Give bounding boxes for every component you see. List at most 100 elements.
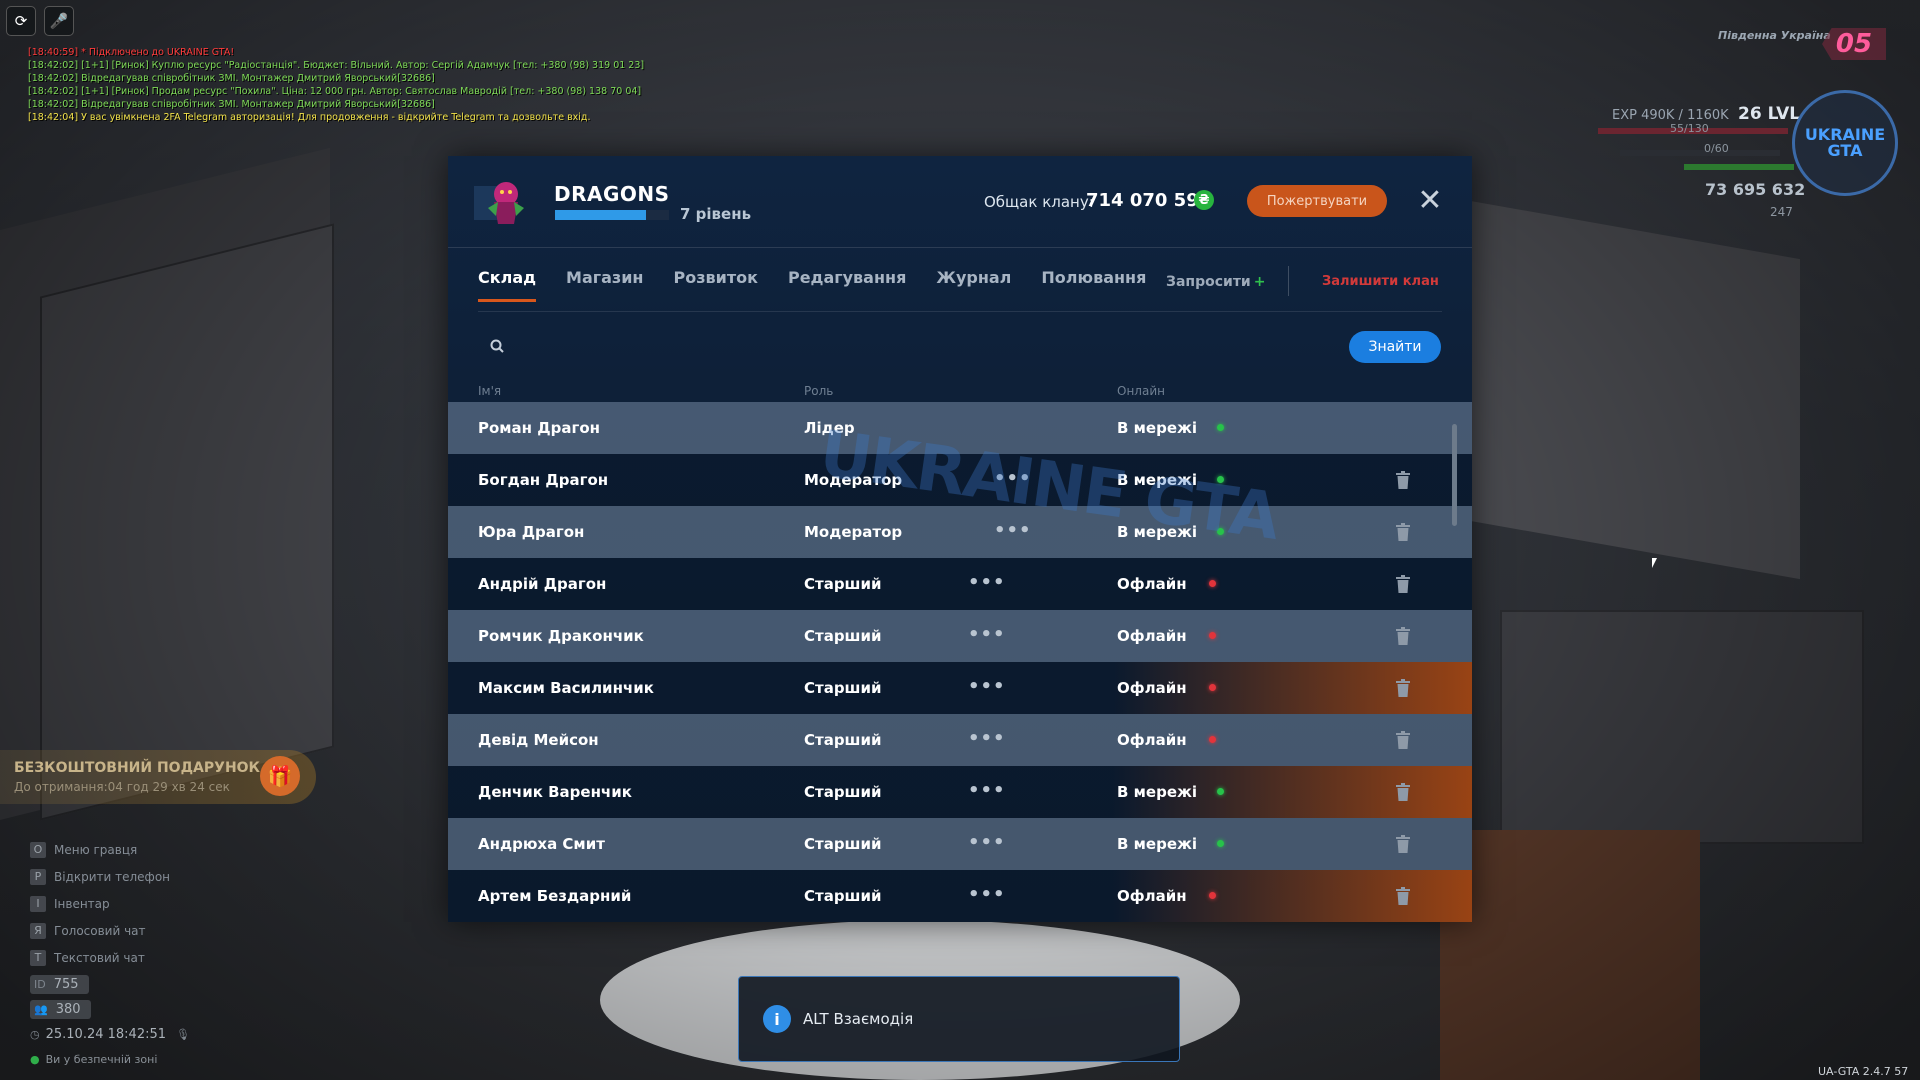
gift-countdown: До отримання:04 год 29 хв 24 сек: [14, 780, 230, 794]
armor-bar: [1620, 150, 1780, 156]
more-icon[interactable]: •••: [968, 572, 1006, 593]
more-icon[interactable]: •••: [968, 780, 1006, 801]
trash-icon[interactable]: [1396, 471, 1410, 489]
chat-log: [18:40:59] * Підключено до UKRAINE GTA! […: [28, 46, 644, 124]
trash-icon[interactable]: [1396, 887, 1410, 905]
hud-stat-2: 0/60: [1704, 142, 1729, 155]
clan-tabs: Склад Магазин Розвиток Редагування Журнал Пол…: [478, 262, 1176, 308]
hotkey-key: O: [30, 841, 46, 858]
member-status: В мережі: [1117, 419, 1198, 437]
table-scrollbar[interactable]: [1452, 424, 1457, 526]
offline-indicator: [1209, 580, 1216, 587]
find-button[interactable]: Знайти: [1349, 331, 1441, 363]
member-row[interactable]: Денчик Варенчик Старший ••• В мережі: [448, 766, 1472, 818]
hryvnia-coin-icon: ₴: [1194, 190, 1214, 210]
tab-1[interactable]: Магазин: [566, 262, 643, 308]
microphone-icon[interactable]: 🎤: [44, 6, 74, 36]
trash-icon[interactable]: [1396, 835, 1410, 853]
member-row[interactable]: Артем Бездарний Старший ••• Офлайн: [448, 870, 1472, 922]
member-status: В мережі: [1117, 835, 1198, 853]
hotkey-label: Текстовий чат: [54, 950, 145, 965]
chat-line: [18:40:59] * Підключено до UKRAINE GTA!: [28, 47, 235, 58]
invite-button[interactable]: Запросити +: [1166, 274, 1265, 290]
money-amount: 73 695 632: [1705, 180, 1806, 199]
trash-icon[interactable]: [1396, 627, 1410, 645]
trash-icon[interactable]: [1396, 575, 1410, 593]
member-role: Модератор: [804, 523, 903, 541]
member-row[interactable]: Девід Мейсон Старший ••• Офлайн: [448, 714, 1472, 766]
donate-button[interactable]: Пожертвувати: [1247, 185, 1387, 217]
player-id: 755: [53, 977, 79, 992]
tab-2[interactable]: Розвиток: [673, 262, 757, 308]
tab-4[interactable]: Журнал: [936, 262, 1011, 308]
hotkey-row: O Меню гравця: [30, 836, 170, 863]
tab-3[interactable]: Редагування: [788, 262, 906, 308]
member-status: Офлайн: [1117, 731, 1187, 749]
member-status: Офлайн: [1117, 627, 1187, 645]
hotkey-key: T: [30, 949, 46, 966]
member-row[interactable]: Ромчик Дракончик Старший ••• Офлайн: [448, 610, 1472, 662]
hotkey-row: T Текстовий чат: [30, 944, 170, 971]
member-row[interactable]: Андрюха Смит Старший ••• В мережі: [448, 818, 1472, 870]
hotkey-label: Голосовий чат: [54, 923, 146, 938]
member-name: Андрюха Смит: [478, 835, 605, 853]
member-role: Старший: [804, 835, 882, 853]
member-row[interactable]: Юра Драгон Модератор ••• В мережі: [448, 506, 1472, 558]
leave-clan-button[interactable]: Залишити клан: [1322, 274, 1439, 289]
gift-icon[interactable]: 🎁: [260, 756, 300, 796]
online-indicator: [1217, 788, 1224, 795]
member-role: Старший: [804, 887, 882, 905]
safe-zone-text: Ви у безпечній зоні: [45, 1053, 158, 1066]
member-name: Девід Мейсон: [478, 731, 599, 749]
exp-text: EXP 490K / 1160K: [1612, 108, 1729, 123]
clock-icon: ◷: [30, 1028, 40, 1041]
member-name: Богдан Драгон: [478, 471, 609, 489]
players-icon: 👥: [34, 1003, 48, 1016]
version-text: UA-GTA 2.4.7 57: [1818, 1065, 1909, 1078]
more-icon[interactable]: •••: [968, 832, 1006, 853]
voice-icon: 🎙: [176, 1028, 190, 1041]
member-search-input[interactable]: [514, 333, 1118, 361]
hotkey-row: Я Голосовий чат: [30, 917, 170, 944]
tab-0[interactable]: Склад: [478, 262, 537, 308]
more-icon[interactable]: •••: [968, 624, 1006, 645]
id-label: ID: [34, 978, 46, 991]
member-name: Роман Драгон: [478, 419, 600, 437]
offline-indicator: [1209, 736, 1216, 743]
hotkey-key: I: [30, 895, 46, 912]
more-icon[interactable]: •••: [994, 520, 1032, 541]
member-status: Офлайн: [1117, 679, 1187, 697]
trash-icon[interactable]: [1396, 783, 1410, 801]
clan-level-bar: [555, 210, 669, 220]
player-level: 26 LVL: [1738, 104, 1801, 124]
trash-icon[interactable]: [1396, 731, 1410, 749]
trash-icon[interactable]: [1396, 679, 1410, 697]
clan-window: DRAGONS 7 рівень Общак клану: 714 070 59…: [448, 156, 1472, 922]
member-role: Старший: [804, 783, 882, 801]
member-role: Старший: [804, 575, 882, 593]
member-name: Ромчик Дракончик: [478, 627, 644, 645]
refresh-icon[interactable]: ⟳: [6, 6, 36, 36]
more-icon[interactable]: •••: [968, 676, 1006, 697]
tab-5[interactable]: Полювання: [1041, 262, 1146, 308]
member-name: Артем Бездарний: [478, 887, 632, 905]
close-icon[interactable]: ✕: [1416, 186, 1444, 216]
offline-indicator: [1209, 684, 1216, 691]
coins-amount: 247: [1770, 205, 1793, 219]
actions-separator: [1288, 266, 1289, 296]
more-icon[interactable]: •••: [968, 884, 1006, 905]
offline-indicator: [1209, 632, 1216, 639]
hotkey-label: Відкрити телефон: [54, 869, 171, 884]
chat-line: [18:42:02] [1+1] [Ринок] Куплю ресурс "Р…: [28, 60, 645, 71]
mouse-cursor: [1652, 558, 1657, 568]
trash-icon[interactable]: [1396, 523, 1410, 541]
member-row[interactable]: Максим Василинчик Старший ••• Офлайн: [448, 662, 1472, 714]
clan-header: DRAGONS 7 рівень Общак клану: 714 070 59…: [448, 156, 1472, 248]
more-icon[interactable]: •••: [968, 728, 1006, 749]
top-left-controls: ⟳ 🎤: [6, 6, 74, 36]
member-row[interactable]: Андрій Драгон Старший ••• Офлайн: [448, 558, 1472, 610]
region-number: 05: [1822, 28, 1886, 60]
member-status: В мережі: [1117, 783, 1198, 801]
players-online: 380: [55, 1002, 81, 1017]
info-icon: i: [763, 1005, 791, 1033]
